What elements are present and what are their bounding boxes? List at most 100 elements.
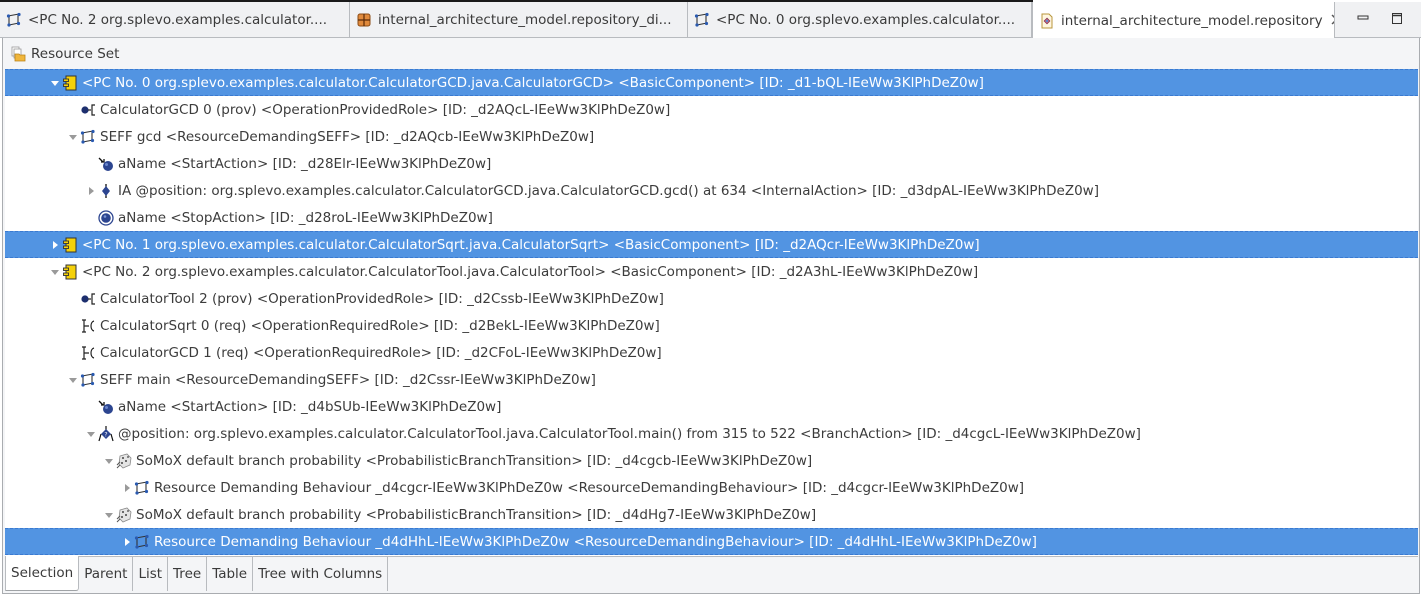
diagram-icon bbox=[356, 12, 372, 28]
tree-row[interactable]: Resource Demanding Behaviour _d4dHhL-IEe… bbox=[5, 528, 1418, 555]
expand-toggle-icon[interactable] bbox=[84, 184, 98, 198]
tree-node-label: <PC No. 1 org.splevo.examples.calculator… bbox=[82, 236, 980, 253]
tree-row[interactable]: ? @position: org.splevo.examples.calculat… bbox=[5, 420, 1418, 447]
tab-label: internal_architecture_model.repository bbox=[1061, 12, 1323, 29]
tree-node-label: Resource Demanding Behaviour _d4dHhL-IEe… bbox=[154, 533, 1037, 550]
tree-row[interactable]: SoMoX default branch probability <Probab… bbox=[5, 447, 1418, 474]
tree-node-label: <PC No. 2 org.splevo.examples.calculator… bbox=[82, 263, 979, 280]
tree-row[interactable]: Resource Demanding Behaviour _d4cgcr-IEe… bbox=[5, 474, 1418, 501]
collapse-toggle-icon[interactable] bbox=[48, 265, 62, 279]
tree-row[interactable]: CalculatorGCD 0 (prov) <OperationProvide… bbox=[5, 96, 1418, 123]
minimize-icon[interactable] bbox=[1355, 10, 1371, 26]
collapse-toggle-icon[interactable] bbox=[66, 130, 80, 144]
collapse-toggle-icon[interactable] bbox=[66, 373, 80, 387]
expand-toggle-icon[interactable] bbox=[120, 481, 134, 495]
start-action-icon bbox=[98, 156, 114, 172]
internal-action-icon bbox=[98, 183, 114, 199]
expand-toggle-icon[interactable] bbox=[48, 238, 62, 252]
seff-icon bbox=[694, 12, 710, 28]
component-icon bbox=[62, 237, 78, 253]
tree-node-label: CalculatorGCD 1 (req) <OperationRequired… bbox=[100, 344, 662, 361]
collapse-toggle-icon[interactable] bbox=[84, 427, 98, 441]
required-role-icon bbox=[80, 318, 96, 334]
tree-node-label: CalculatorSqrt 0 (req) <OperationRequire… bbox=[100, 317, 660, 334]
stop-action-icon bbox=[98, 209, 114, 226]
tree-row[interactable]: <PC No. 0 org.splevo.examples.calculator… bbox=[5, 69, 1418, 96]
provided-role-icon bbox=[80, 291, 96, 307]
view-tab-selection[interactable]: Selection bbox=[5, 556, 80, 591]
collapse-toggle-icon[interactable] bbox=[102, 508, 116, 522]
view-tab-parent[interactable]: Parent bbox=[79, 557, 134, 591]
tree-row[interactable]: IA @position: org.splevo.examples.calcul… bbox=[5, 177, 1418, 204]
repository-file-icon bbox=[1039, 13, 1055, 29]
tree-node-label: <PC No. 0 org.splevo.examples.calculator… bbox=[82, 74, 984, 91]
maximize-icon[interactable] bbox=[1389, 10, 1405, 26]
tree-node-label: CalculatorTool 2 (prov) <OperationProvid… bbox=[100, 290, 664, 307]
editor-tab-pc2-seff[interactable]: <PC No. 2 org.splevo.examples.calculator… bbox=[0, 2, 350, 38]
resource-set-label: Resource Set bbox=[31, 46, 120, 62]
view-tab-tree[interactable]: Tree bbox=[168, 557, 208, 591]
start-action-icon bbox=[98, 399, 114, 415]
tree-row[interactable]: aName <StopAction> [ID: _d28roL-IEeWw3Kl… bbox=[5, 204, 1418, 231]
view-tab-tree-with-columns[interactable]: Tree with Columns bbox=[253, 557, 389, 591]
tree-row[interactable]: SEFF main <ResourceDemandingSEFF> [ID: _… bbox=[5, 366, 1418, 393]
component-icon bbox=[62, 75, 78, 91]
tree-row[interactable]: aName <StartAction> [ID: _d28Elr-IEeWw3K… bbox=[5, 150, 1418, 177]
model-tree: <PC No. 0 org.splevo.examples.calculator… bbox=[5, 69, 1418, 556]
editor-tab-repository[interactable]: internal_architecture_model.repository bbox=[1032, 2, 1335, 39]
tree-node-label: SoMoX default branch probability <Probab… bbox=[136, 506, 817, 523]
resource-set-header[interactable]: Resource Set bbox=[4, 41, 119, 67]
required-role-icon bbox=[80, 345, 96, 361]
svg-text:?: ? bbox=[104, 431, 107, 438]
seff-icon bbox=[134, 480, 150, 496]
component-icon bbox=[62, 264, 78, 280]
seff-icon bbox=[134, 534, 150, 550]
tree-row[interactable]: CalculatorGCD 1 (req) <OperationRequired… bbox=[5, 339, 1418, 366]
view-mode-tabs: Selection Parent List Tree Table Tree with Co… bbox=[5, 556, 1418, 591]
expand-toggle-icon[interactable] bbox=[120, 535, 134, 549]
tree-node-label: SEFF main <ResourceDemandingSEFF> [ID: _… bbox=[100, 371, 596, 388]
tree-row[interactable]: <PC No. 1 org.splevo.examples.calculator… bbox=[5, 231, 1418, 258]
tree-node-label: aName <StartAction> [ID: _d28Elr-IEeWw3K… bbox=[118, 155, 492, 172]
collapse-toggle-icon[interactable] bbox=[48, 76, 62, 90]
editor-tab-pc0-seff[interactable]: <PC No. 0 org.splevo.examples.calculator… bbox=[688, 2, 1032, 38]
tree-node-label: SEFF gcd <ResourceDemandingSEFF> [ID: _d… bbox=[100, 128, 595, 145]
tree-node-label: aName <StopAction> [ID: _d28roL-IEeWw3Kl… bbox=[118, 209, 493, 226]
tree-node-label: SoMoX default branch probability <Probab… bbox=[136, 452, 813, 469]
editor-tab-bar: <PC No. 2 org.splevo.examples.calculator… bbox=[0, 2, 1421, 39]
seff-icon bbox=[80, 129, 96, 145]
tree-row[interactable]: SoMoX default branch probability <Probab… bbox=[5, 501, 1418, 528]
probabilistic-branch-icon bbox=[116, 507, 132, 523]
tab-label: <PC No. 2 org.splevo.examples.calculator… bbox=[28, 12, 328, 28]
view-tab-list[interactable]: List bbox=[133, 557, 169, 591]
tree-row[interactable]: CalculatorSqrt 0 (req) <OperationRequire… bbox=[5, 312, 1418, 339]
tree-node-label: Resource Demanding Behaviour _d4cgcr-IEe… bbox=[154, 479, 1025, 496]
seff-icon bbox=[6, 12, 22, 28]
tree-node-label: CalculatorGCD 0 (prov) <OperationProvide… bbox=[100, 101, 671, 118]
resource-set-icon bbox=[10, 46, 26, 62]
tree-node-label: aName <StartAction> [ID: _d4bSUb-IEeWw3K… bbox=[118, 398, 502, 415]
tab-label: internal_architecture_model.repository_d… bbox=[378, 12, 672, 28]
probabilistic-branch-icon bbox=[116, 453, 132, 469]
editor-tab-repository-diagram[interactable]: internal_architecture_model.repository_d… bbox=[350, 2, 688, 38]
tree-node-label: IA @position: org.splevo.examples.calcul… bbox=[118, 182, 1099, 199]
tree-row[interactable]: aName <StartAction> [ID: _d4bSUb-IEeWw3K… bbox=[5, 393, 1418, 420]
tree-row[interactable]: CalculatorTool 2 (prov) <OperationProvid… bbox=[5, 285, 1418, 312]
branch-action-icon: ? bbox=[98, 425, 114, 442]
tree-node-label: @position: org.splevo.examples.calculato… bbox=[118, 425, 1141, 442]
collapse-toggle-icon[interactable] bbox=[102, 454, 116, 468]
tree-row[interactable]: SEFF gcd <ResourceDemandingSEFF> [ID: _d… bbox=[5, 123, 1418, 150]
close-tab-icon[interactable] bbox=[1331, 14, 1334, 28]
tree-row[interactable]: <PC No. 2 org.splevo.examples.calculator… bbox=[5, 258, 1418, 285]
provided-role-icon bbox=[80, 102, 96, 118]
seff-icon bbox=[80, 372, 96, 388]
tab-label: <PC No. 0 org.splevo.examples.calculator… bbox=[716, 12, 1016, 28]
view-tab-table[interactable]: Table bbox=[207, 557, 254, 591]
